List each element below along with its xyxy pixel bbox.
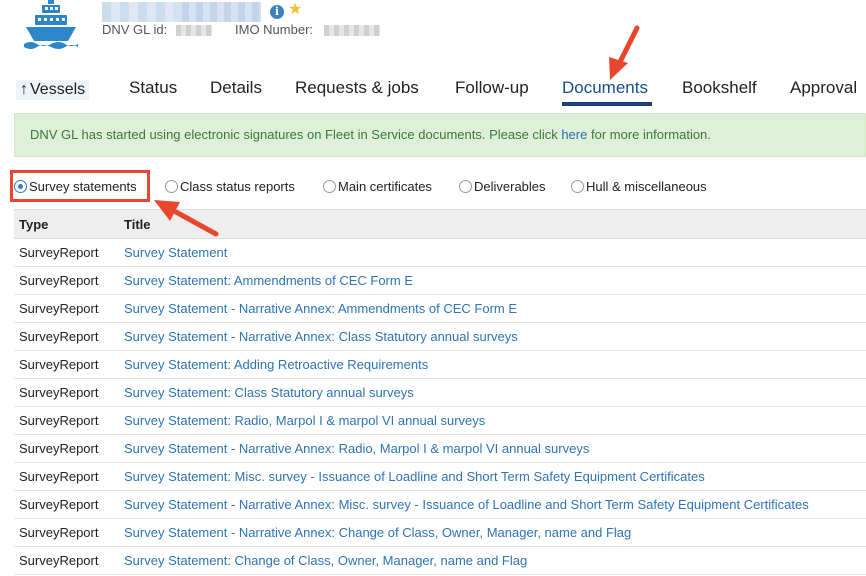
table-row: SurveyReport Survey Statement: Radio, Mar… bbox=[14, 407, 866, 435]
cell-type: SurveyReport bbox=[19, 553, 99, 568]
table-row: SurveyReport Survey Statement - Narrative… bbox=[14, 435, 866, 463]
back-to-vessels-link[interactable]: ↑ Vessels bbox=[16, 80, 90, 100]
tab-bookshelf[interactable]: Bookshelf bbox=[682, 78, 757, 98]
tab-status[interactable]: Status bbox=[129, 78, 177, 98]
ship-icon bbox=[24, 0, 78, 49]
document-link[interactable]: Survey Statement - Narrative Annex: Radi… bbox=[124, 435, 589, 463]
radio-hull-miscellaneous[interactable]: Hull & miscellaneous bbox=[571, 180, 707, 194]
cell-type: SurveyReport bbox=[19, 329, 99, 344]
dnv-id-value-redacted bbox=[176, 25, 212, 36]
cell-type: SurveyReport bbox=[19, 413, 99, 428]
table-row: SurveyReport Survey Statement: Ammendment… bbox=[14, 267, 866, 295]
cell-type: SurveyReport bbox=[19, 497, 99, 512]
e-signature-notice: DNV GL has started using electronic sign… bbox=[14, 113, 866, 157]
tab-approval[interactable]: Approval bbox=[790, 78, 857, 98]
document-link[interactable]: Survey Statement - Narrative Annex: Chan… bbox=[124, 519, 631, 547]
column-header-title[interactable]: Title bbox=[124, 210, 151, 240]
radio-indicator bbox=[323, 180, 336, 193]
active-tab-indicator bbox=[562, 102, 652, 106]
tab-follow-up[interactable]: Follow-up bbox=[455, 78, 529, 98]
radio-label: Hull & miscellaneous bbox=[586, 179, 707, 194]
dnv-id-label: DNV GL id: bbox=[102, 22, 168, 37]
cell-type: SurveyReport bbox=[19, 357, 99, 372]
imo-label: IMO Number: bbox=[235, 22, 314, 37]
cell-type: SurveyReport bbox=[19, 385, 99, 400]
imo-value-redacted bbox=[324, 25, 380, 36]
radio-main-certificates[interactable]: Main certificates bbox=[323, 180, 432, 194]
radio-label: Deliverables bbox=[474, 179, 546, 194]
radio-class-status-reports[interactable]: Class status reports bbox=[165, 180, 295, 194]
document-link[interactable]: Survey Statement: Change of Class, Owner… bbox=[124, 547, 527, 575]
radio-deliverables[interactable]: Deliverables bbox=[459, 180, 546, 194]
notice-text-after: for more information. bbox=[587, 127, 711, 142]
cell-type: SurveyReport bbox=[19, 525, 99, 540]
radio-indicator bbox=[459, 180, 472, 193]
radio-label: Class status reports bbox=[180, 179, 295, 194]
tab-documents[interactable]: Documents bbox=[562, 78, 648, 98]
vessel-name-redacted-part bbox=[175, 2, 261, 22]
document-link[interactable]: Survey Statement: Radio, Marpol I & marp… bbox=[124, 407, 485, 435]
vessel-header: i ★ DNV GL id: IMO Number: bbox=[0, 0, 866, 72]
tab-details[interactable]: Details bbox=[210, 78, 262, 98]
column-header-type[interactable]: Type bbox=[19, 210, 48, 240]
table-row: SurveyReport Survey Statement: Class Stat… bbox=[14, 379, 866, 407]
tab-requests-jobs[interactable]: Requests & jobs bbox=[295, 78, 419, 98]
cell-type: SurveyReport bbox=[19, 273, 99, 288]
document-link[interactable]: Survey Statement: Misc. survey - Issuanc… bbox=[124, 463, 705, 491]
cell-type: SurveyReport bbox=[19, 245, 99, 260]
table-row: SurveyReport Survey Statement: Adding Ret… bbox=[14, 351, 866, 379]
table-row: SurveyReport Survey Statement bbox=[14, 239, 866, 267]
cell-type: SurveyReport bbox=[19, 301, 99, 316]
document-link[interactable]: Survey Statement bbox=[124, 239, 227, 267]
cell-type: SurveyReport bbox=[19, 469, 99, 484]
notice-here-link[interactable]: here bbox=[561, 127, 587, 142]
notice-text-before: DNV GL has started using electronic sign… bbox=[30, 127, 562, 142]
table-row: SurveyReport Survey Statement: Change of … bbox=[14, 547, 866, 575]
table-row: SurveyReport Survey Statement - Narrative… bbox=[14, 519, 866, 547]
radio-label: Main certificates bbox=[338, 179, 432, 194]
table-row: SurveyReport Survey Statement - Narrative… bbox=[14, 295, 866, 323]
document-link[interactable]: Survey Statement - Narrative Annex: Clas… bbox=[124, 323, 518, 351]
document-link[interactable]: Survey Statement: Class Statutory annual… bbox=[124, 379, 414, 407]
document-link[interactable]: Survey Statement - Narrative Annex: Amme… bbox=[124, 295, 517, 323]
radio-indicator bbox=[165, 180, 178, 193]
annotation-highlight-box bbox=[10, 170, 150, 202]
table-header: Type Title bbox=[14, 209, 866, 239]
table-row: SurveyReport Survey Statement - Narrative… bbox=[14, 491, 866, 519]
documents-table: Type Title SurveyReport Survey Statement … bbox=[14, 209, 866, 575]
table-row: SurveyReport Survey Statement - Narrative… bbox=[14, 323, 866, 351]
document-link[interactable]: Survey Statement: Adding Retroactive Req… bbox=[124, 351, 428, 379]
document-link[interactable]: Survey Statement: Ammendments of CEC For… bbox=[124, 267, 413, 295]
table-row: SurveyReport Survey Statement: Misc. surv… bbox=[14, 463, 866, 491]
document-link[interactable]: Survey Statement - Narrative Annex: Misc… bbox=[124, 491, 809, 519]
back-arrow-icon: ↑ bbox=[20, 81, 28, 98]
radio-indicator bbox=[571, 180, 584, 193]
star-icon[interactable]: ★ bbox=[288, 1, 302, 19]
info-icon[interactable]: i bbox=[270, 5, 284, 19]
back-label: Vessels bbox=[30, 81, 86, 98]
cell-type: SurveyReport bbox=[19, 441, 99, 456]
